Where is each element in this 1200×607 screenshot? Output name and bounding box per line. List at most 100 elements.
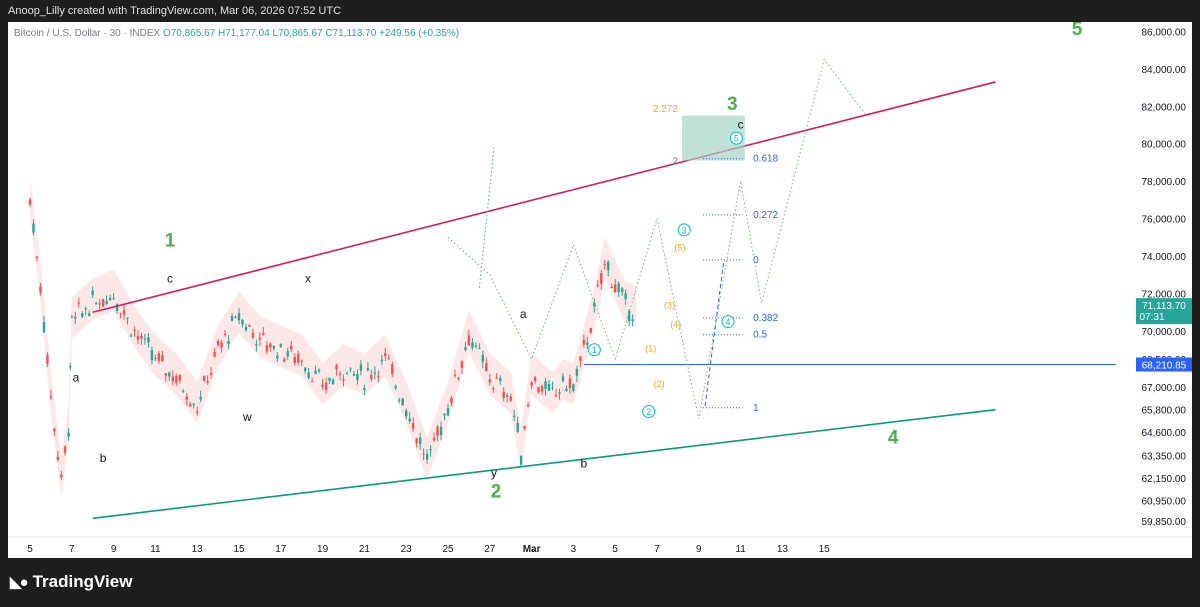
- candle-body: [84, 308, 87, 310]
- candle-body: [502, 391, 505, 398]
- candle-body: [310, 381, 314, 383]
- candle-body: [189, 404, 192, 407]
- candle-body: [209, 372, 213, 375]
- candle-body: [81, 313, 84, 317]
- x-tick-label: 11: [150, 544, 161, 555]
- wave-circled-label: 4: [726, 317, 731, 327]
- brand-name: TradingView: [32, 572, 133, 591]
- candle-body: [624, 293, 627, 300]
- x-tick-label: 21: [359, 544, 371, 555]
- candle-body: [98, 303, 101, 305]
- x-tick-label: 7: [69, 544, 75, 555]
- fib-vertical: [704, 259, 725, 406]
- candle-body: [202, 376, 206, 381]
- candle-body: [526, 404, 530, 406]
- candle-body: [356, 374, 359, 381]
- candle-body: [70, 316, 73, 318]
- wave-paren-label: (5): [674, 242, 685, 252]
- candle-body: [387, 358, 390, 360]
- candle-body: [39, 286, 42, 293]
- y-tick-label: 60,950.00: [1142, 496, 1187, 507]
- candle-body: [234, 316, 237, 318]
- y-tick-label: 65,800.00: [1142, 406, 1187, 417]
- fib-level-label: 0: [753, 255, 759, 266]
- x-tick-label: 25: [442, 544, 454, 555]
- x-tick-label: 7: [654, 544, 660, 555]
- candle-body: [276, 355, 279, 359]
- candle-body: [530, 382, 533, 386]
- candle-body: [168, 372, 171, 377]
- candle-body: [53, 428, 56, 432]
- candle-body: [485, 362, 488, 372]
- wave-circled-label: 1: [592, 345, 597, 355]
- candle-body: [589, 328, 593, 333]
- candle-body: [418, 437, 422, 445]
- candle-body: [328, 377, 331, 382]
- fib-level-label: 0.618: [753, 154, 778, 165]
- candle-body: [540, 385, 544, 392]
- candle-body: [436, 426, 439, 436]
- candle-body: [49, 396, 53, 398]
- candle-body: [303, 367, 307, 371]
- candle-body: [317, 369, 321, 372]
- chart-panel[interactable]: 86,000.00 84,000.00 82,000.00 80,000.00 78,0…: [8, 19, 1192, 558]
- candle-body: [77, 302, 80, 304]
- candle-body: [425, 454, 429, 460]
- candle-body: [307, 372, 310, 378]
- chart-legend: Bitcoin / U.S. Dollar · 30 · INDEX O70,8…: [14, 28, 459, 39]
- candle-body: [359, 364, 363, 371]
- y-tick-label: 62,150.00: [1142, 474, 1187, 485]
- legend-open: O70,865.67: [162, 28, 216, 39]
- candle-body: [384, 353, 387, 357]
- candle-body: [185, 396, 188, 400]
- candle-body: [182, 391, 185, 393]
- candle-body: [265, 345, 269, 352]
- x-tick-label: 5: [27, 544, 33, 555]
- candle-body: [631, 319, 634, 322]
- price-chart[interactable]: 86,000.00 84,000.00 82,000.00 80,000.00 78,0…: [8, 19, 1192, 558]
- candle-body: [579, 356, 582, 361]
- candle-body: [244, 327, 248, 331]
- candle-body: [481, 354, 485, 363]
- candle-body: [67, 432, 70, 437]
- candle-body: [105, 301, 108, 305]
- candle-body: [140, 335, 143, 339]
- candle-body: [74, 316, 77, 319]
- candle-body: [293, 357, 296, 363]
- y-tick-label: 78,000.00: [1142, 177, 1187, 188]
- candle-body: [363, 387, 366, 391]
- wave-minor-label: b: [100, 451, 107, 465]
- candle-body: [60, 474, 63, 478]
- wave-minor-label: a: [73, 371, 80, 385]
- tradingview-brand[interactable]: ◣● TradingView: [10, 572, 132, 592]
- candle-body: [227, 341, 230, 344]
- candle-body: [411, 423, 415, 429]
- candle-body: [164, 373, 168, 376]
- last-price-label: 71,113.70: [1142, 301, 1186, 312]
- candle-body: [352, 374, 356, 376]
- cloud-band: [30, 175, 637, 498]
- x-tick-label: 3: [571, 544, 577, 555]
- candle-body: [516, 422, 519, 432]
- candle-body: [607, 261, 610, 271]
- candle-body: [101, 299, 105, 307]
- x-tick-label: 13: [192, 544, 204, 555]
- candle-body: [474, 345, 478, 347]
- candle-body: [603, 263, 606, 265]
- candle-body: [88, 313, 91, 316]
- candle-body: [586, 342, 589, 345]
- candle-body: [523, 426, 526, 429]
- candle-body: [370, 375, 373, 380]
- legend-change: +249.56 (+0.35%): [379, 28, 460, 39]
- candle-body: [401, 398, 404, 406]
- x-tick-label: 23: [401, 544, 413, 555]
- channel-upper-line: [92, 81, 996, 314]
- channel-lower-line: [92, 408, 996, 520]
- candle-body: [460, 361, 464, 368]
- candle-body: [439, 426, 443, 436]
- candle-body: [171, 376, 175, 382]
- legend-low: L70,865.67: [272, 28, 323, 39]
- candle-body: [28, 199, 32, 205]
- candle-body: [290, 345, 293, 350]
- legend-high: H71,177.04: [217, 28, 270, 39]
